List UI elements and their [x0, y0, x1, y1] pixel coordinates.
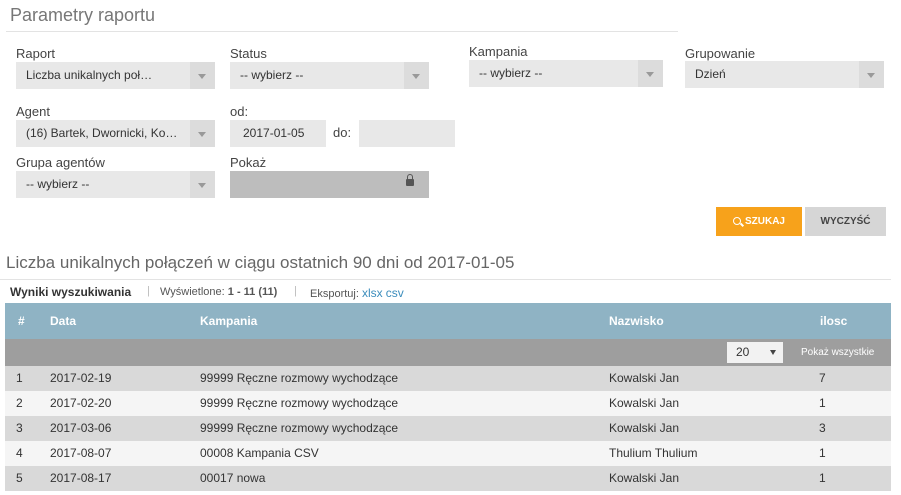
column-header-kampania[interactable]: Kampania [200, 303, 257, 339]
table-row[interactable] [5, 416, 891, 441]
shown-value: 1 - 11 (11) [227, 286, 278, 298]
cell-ilosc: 1 [819, 396, 826, 410]
table-row[interactable] [5, 441, 891, 466]
show-all-link[interactable]: Pokaż wszystkie [801, 339, 874, 366]
cell-data: 2017-02-19 [50, 371, 112, 385]
export-label: Eksportuj: [310, 288, 359, 300]
shown-info: Wyświetlone: 1 - 11 (11) [160, 286, 277, 298]
table-row[interactable] [5, 466, 891, 491]
cell-ilosc: 3 [819, 421, 826, 435]
cell-data: 2017-08-07 [50, 446, 112, 460]
do-label: do: [333, 125, 352, 140]
search-button-label: SZUKAJ [744, 216, 785, 227]
clear-button[interactable]: WYCZYŚĆ [805, 207, 886, 236]
chevron-down-icon [638, 60, 663, 87]
separator: | [147, 285, 150, 297]
cell-nazwisko: Thulium Thulium [609, 446, 698, 460]
cell-kampania: 00008 Kampania CSV [200, 446, 319, 460]
lock-icon [406, 174, 414, 186]
pokaz-field [230, 171, 429, 198]
cell-ilosc: 1 [819, 471, 826, 485]
cell-number: 5 [16, 471, 23, 485]
tab-search-results[interactable]: Wyniki wyszukiwania [10, 285, 131, 299]
grupa-agentow-select[interactable]: -- wybierz -- [16, 171, 215, 198]
do-date-input[interactable] [359, 120, 455, 147]
agent-select[interactable]: (16) Bartek, Dwornicki, Ko… [16, 120, 215, 147]
cell-ilosc: 7 [819, 371, 826, 385]
chevron-down-icon [859, 61, 884, 88]
cell-nazwisko: Kowalski Jan [609, 421, 680, 435]
shown-label: Wyświetlone: [160, 286, 225, 298]
cell-data: 2017-08-17 [50, 471, 112, 485]
cell-nazwisko: Kowalski Jan [609, 371, 680, 385]
cell-data: 2017-03-06 [50, 421, 112, 435]
od-label: od: [230, 104, 249, 119]
search-button[interactable]: SZUKAJ [716, 207, 802, 236]
column-header-number[interactable]: # [18, 303, 25, 339]
column-header-data[interactable]: Data [50, 303, 76, 339]
chevron-down-icon [190, 120, 215, 147]
divider [0, 279, 891, 280]
status-label: Status [230, 46, 267, 61]
cell-number: 2 [16, 396, 23, 410]
grupa-agentow-value: -- wybierz -- [26, 177, 90, 191]
grupa-agentow-label: Grupa agentów [16, 155, 105, 170]
cell-kampania: 99999 Ręczne rozmowy wychodzące [200, 371, 399, 385]
column-header-nazwisko[interactable]: Nazwisko [609, 303, 664, 339]
chevron-down-icon [404, 62, 429, 89]
grupowanie-label: Grupowanie [685, 46, 756, 61]
status-select[interactable]: -- wybierz -- [230, 62, 429, 89]
cell-number: 4 [16, 446, 23, 460]
separator: | [294, 285, 297, 297]
cell-nazwisko: Kowalski Jan [609, 396, 680, 410]
export-xlsx-link[interactable]: xlsx [362, 286, 383, 300]
cell-kampania: 00017 nowa [200, 471, 266, 485]
grupowanie-select[interactable]: Dzień [685, 61, 884, 88]
column-header-ilosc[interactable]: ilosc [820, 303, 847, 339]
kampania-select[interactable]: -- wybierz -- [469, 60, 663, 87]
page-title: Parametry raportu [10, 5, 156, 25]
table-row[interactable] [5, 391, 891, 416]
grupowanie-value: Dzień [695, 67, 726, 81]
cell-kampania: 99999 Ręczne rozmowy wychodzące [200, 396, 399, 410]
raport-value: Liczba unikalnych poł… [26, 68, 153, 82]
table-row[interactable] [5, 366, 891, 391]
cell-number: 3 [16, 421, 23, 435]
table-header [5, 303, 891, 339]
od-date-input[interactable]: 2017-01-05 [230, 120, 326, 147]
chevron-down-icon [190, 171, 215, 198]
cell-nazwisko: Kowalski Jan [609, 471, 680, 485]
divider [6, 31, 678, 32]
cell-number: 1 [16, 371, 23, 385]
page-size-select[interactable]: 20 [727, 342, 783, 363]
chevron-down-icon [190, 62, 215, 89]
results-title: Liczba unikalnych połączeń w ciągu ostat… [6, 253, 515, 272]
status-value: -- wybierz -- [240, 68, 304, 82]
kampania-label: Kampania [469, 44, 528, 59]
export-csv-link[interactable]: csv [386, 286, 404, 300]
cell-ilosc: 1 [819, 446, 826, 460]
raport-select[interactable]: Liczba unikalnych poł… [16, 62, 215, 89]
cell-kampania: 99999 Ręczne rozmowy wychodzące [200, 421, 399, 435]
kampania-value: -- wybierz -- [479, 66, 543, 80]
cell-data: 2017-02-20 [50, 396, 112, 410]
raport-label: Raport [16, 46, 56, 61]
agent-label: Agent [16, 104, 50, 119]
agent-value: (16) Bartek, Dwornicki, Ko… [26, 126, 178, 140]
export-info: Eksportuj: xlsx csv [310, 286, 404, 300]
search-icon [732, 217, 741, 225]
pokaz-label: Pokaż [230, 155, 267, 170]
